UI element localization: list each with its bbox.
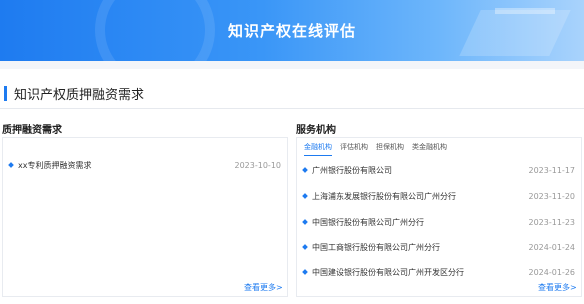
bullet-icon bbox=[302, 244, 308, 250]
banner-title: 知识产权在线评估 bbox=[227, 22, 356, 40]
list-item-date: 2023-11-23 bbox=[528, 217, 576, 227]
institution-tabs: 金融机构 评估机构 担保机构 类金融机构 bbox=[304, 142, 455, 156]
list-item-title[interactable]: xx专利质押融资需求 bbox=[18, 160, 91, 171]
bullet-icon bbox=[302, 193, 308, 199]
list-item[interactable]: 中国建设银行股份有限公司广州开发区分行 2024-01-26 bbox=[302, 265, 576, 279]
view-more-link[interactable]: 查看更多> bbox=[538, 282, 577, 293]
hero-banner: 知识产权在线评估 bbox=[0, 0, 584, 61]
tab-assessment[interactable]: 评估机构 bbox=[340, 142, 368, 156]
list-item[interactable]: 中国银行股份有限公司广州分行 2023-11-23 bbox=[302, 215, 576, 229]
section-divider bbox=[0, 108, 584, 109]
bullet-icon bbox=[302, 269, 308, 275]
bullet-icon bbox=[302, 167, 308, 173]
section-header: 知识产权质押融资需求 bbox=[0, 83, 144, 103]
list-item-title[interactable]: 中国银行股份有限公司广州分行 bbox=[312, 217, 424, 228]
list-item[interactable]: xx专利质押融资需求 2023-10-10 bbox=[8, 158, 282, 172]
list-item-date: 2023-10-10 bbox=[234, 160, 282, 170]
list-item[interactable]: 中国工商银行股份有限公司广州分行 2024-01-24 bbox=[302, 240, 576, 254]
list-item-date: 2024-01-26 bbox=[528, 267, 576, 277]
list-item-date: 2024-01-24 bbox=[528, 242, 576, 252]
pledge-demand-title: 质押融资需求 bbox=[2, 125, 62, 136]
view-more-link[interactable]: 查看更多> bbox=[244, 282, 283, 293]
tab-financial[interactable]: 金融机构 bbox=[304, 142, 332, 156]
bullet-icon bbox=[8, 162, 14, 168]
section-accent-bar bbox=[4, 85, 7, 101]
list-item[interactable]: 上海浦东发展银行股份有限公司广州分行 2023-11-20 bbox=[302, 189, 576, 203]
service-institutions-panel: 金融机构 评估机构 担保机构 类金融机构 广州银行股份有限公司 2023-11-… bbox=[296, 137, 582, 297]
banner-decoration bbox=[495, 8, 555, 14]
main-card: 知识产权质押融资需求 质押融资需求 xx专利质押融资需求 2023-10-10 … bbox=[0, 69, 584, 304]
list-item-title[interactable]: 上海浦东发展银行股份有限公司广州分行 bbox=[312, 191, 456, 202]
tab-guarantee[interactable]: 担保机构 bbox=[376, 142, 404, 156]
list-item-title[interactable]: 广州银行股份有限公司 bbox=[312, 165, 392, 176]
bullet-icon bbox=[302, 219, 308, 225]
list-item-title[interactable]: 中国工商银行股份有限公司广州分行 bbox=[312, 242, 440, 253]
service-institutions-title: 服务机构 bbox=[296, 125, 336, 136]
list-item-title[interactable]: 中国建设银行股份有限公司广州开发区分行 bbox=[312, 267, 464, 278]
pledge-demand-panel: xx专利质押融资需求 2023-10-10 查看更多> bbox=[2, 137, 288, 297]
list-item-date: 2023-11-20 bbox=[528, 191, 576, 201]
section-title: 知识产权质押融资需求 bbox=[14, 87, 145, 103]
tab-quasi-financial[interactable]: 类金融机构 bbox=[412, 142, 447, 156]
list-item-date: 2023-11-17 bbox=[528, 165, 576, 175]
list-item[interactable]: 广州银行股份有限公司 2023-11-17 bbox=[302, 163, 576, 177]
